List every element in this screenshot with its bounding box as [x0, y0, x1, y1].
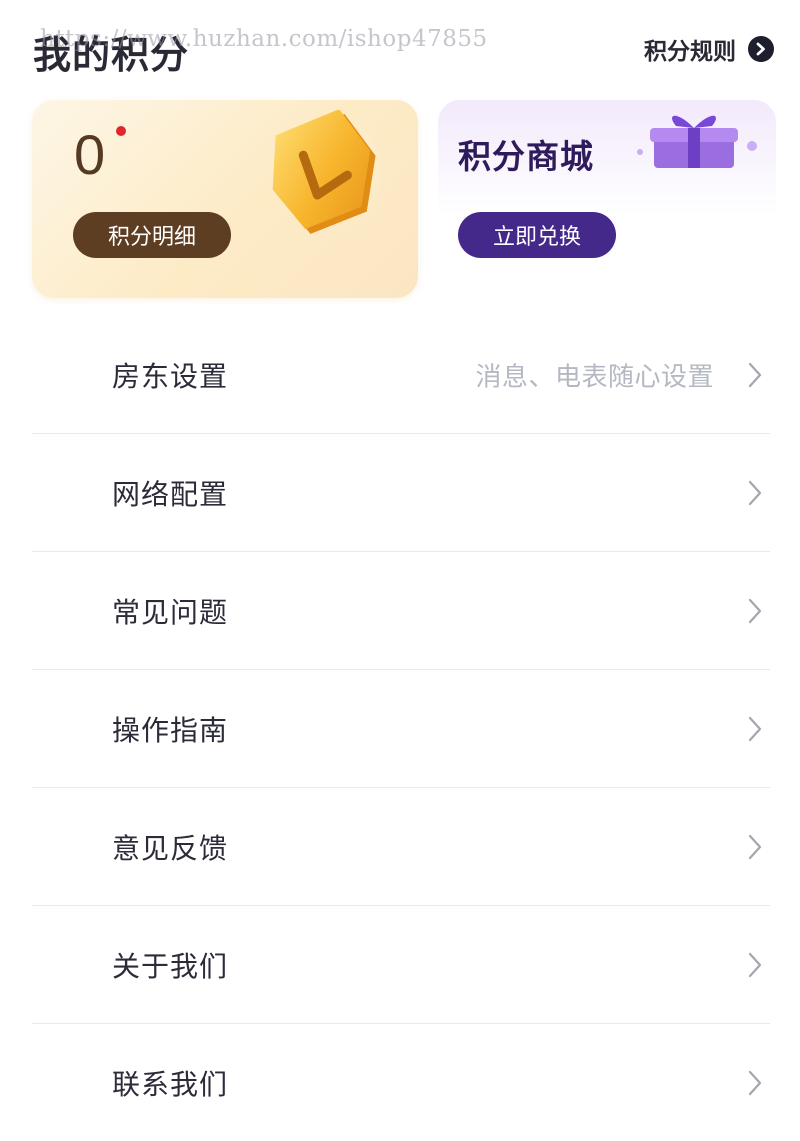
header: 我的积分 https://www.huzhan.com/ishop47855 积… [0, 0, 800, 100]
menu-item-landlord-settings[interactable]: 房东设置 消息、电表随心设置 [32, 316, 770, 434]
settings-menu: 房东设置 消息、电表随心设置 网络配置 常见问题 操作指南 意见反馈 关于我们 … [32, 316, 770, 1141]
points-rules-label: 积分规则 [644, 39, 736, 65]
menu-item-user-guide[interactable]: 操作指南 [32, 670, 770, 788]
watermark-text: https://www.huzhan.com/ishop47855 [40, 26, 488, 52]
menu-item-contact-us[interactable]: 联系我们 [32, 1024, 770, 1141]
menu-item-network-config[interactable]: 网络配置 [32, 434, 770, 552]
menu-item-label: 常见问题 [112, 595, 229, 629]
menu-item-label: 关于我们 [112, 949, 229, 983]
chevron-right-icon [748, 598, 762, 623]
points-mall-card[interactable]: 积分商城 立即兑换 [438, 100, 776, 298]
points-detail-button[interactable]: 积分明细 [73, 212, 231, 258]
menu-item-label: 操作指南 [112, 713, 229, 747]
gift-box-icon [637, 115, 757, 168]
chevron-right-icon [748, 952, 762, 977]
menu-item-label: 网络配置 [112, 477, 229, 511]
chevron-right-icon [748, 1070, 762, 1095]
points-balance-card: 0 积分明细 [32, 100, 418, 298]
chevron-right-icon [748, 362, 762, 387]
points-mall-title: 积分商城 [458, 137, 594, 176]
menu-item-label: 房东设置 [112, 359, 229, 393]
chevron-right-icon [748, 834, 762, 859]
menu-item-hint: 消息、电表随心设置 [475, 362, 714, 392]
menu-item-faq[interactable]: 常见问题 [32, 552, 770, 670]
menu-item-label: 意见反馈 [112, 831, 229, 865]
chevron-right-icon [748, 480, 762, 505]
arrow-circle-right-icon [748, 36, 774, 62]
menu-item-about-us[interactable]: 关于我们 [32, 906, 770, 1024]
menu-item-label: 联系我们 [112, 1067, 229, 1101]
notification-dot [116, 126, 126, 136]
menu-item-feedback[interactable]: 意见反馈 [32, 788, 770, 906]
redeem-now-button[interactable]: 立即兑换 [458, 212, 616, 258]
chevron-right-icon [748, 716, 762, 741]
points-balance-value: 0 [74, 123, 106, 186]
coin-icon [268, 110, 392, 234]
points-rules-link[interactable]: 积分规则 [644, 32, 774, 66]
